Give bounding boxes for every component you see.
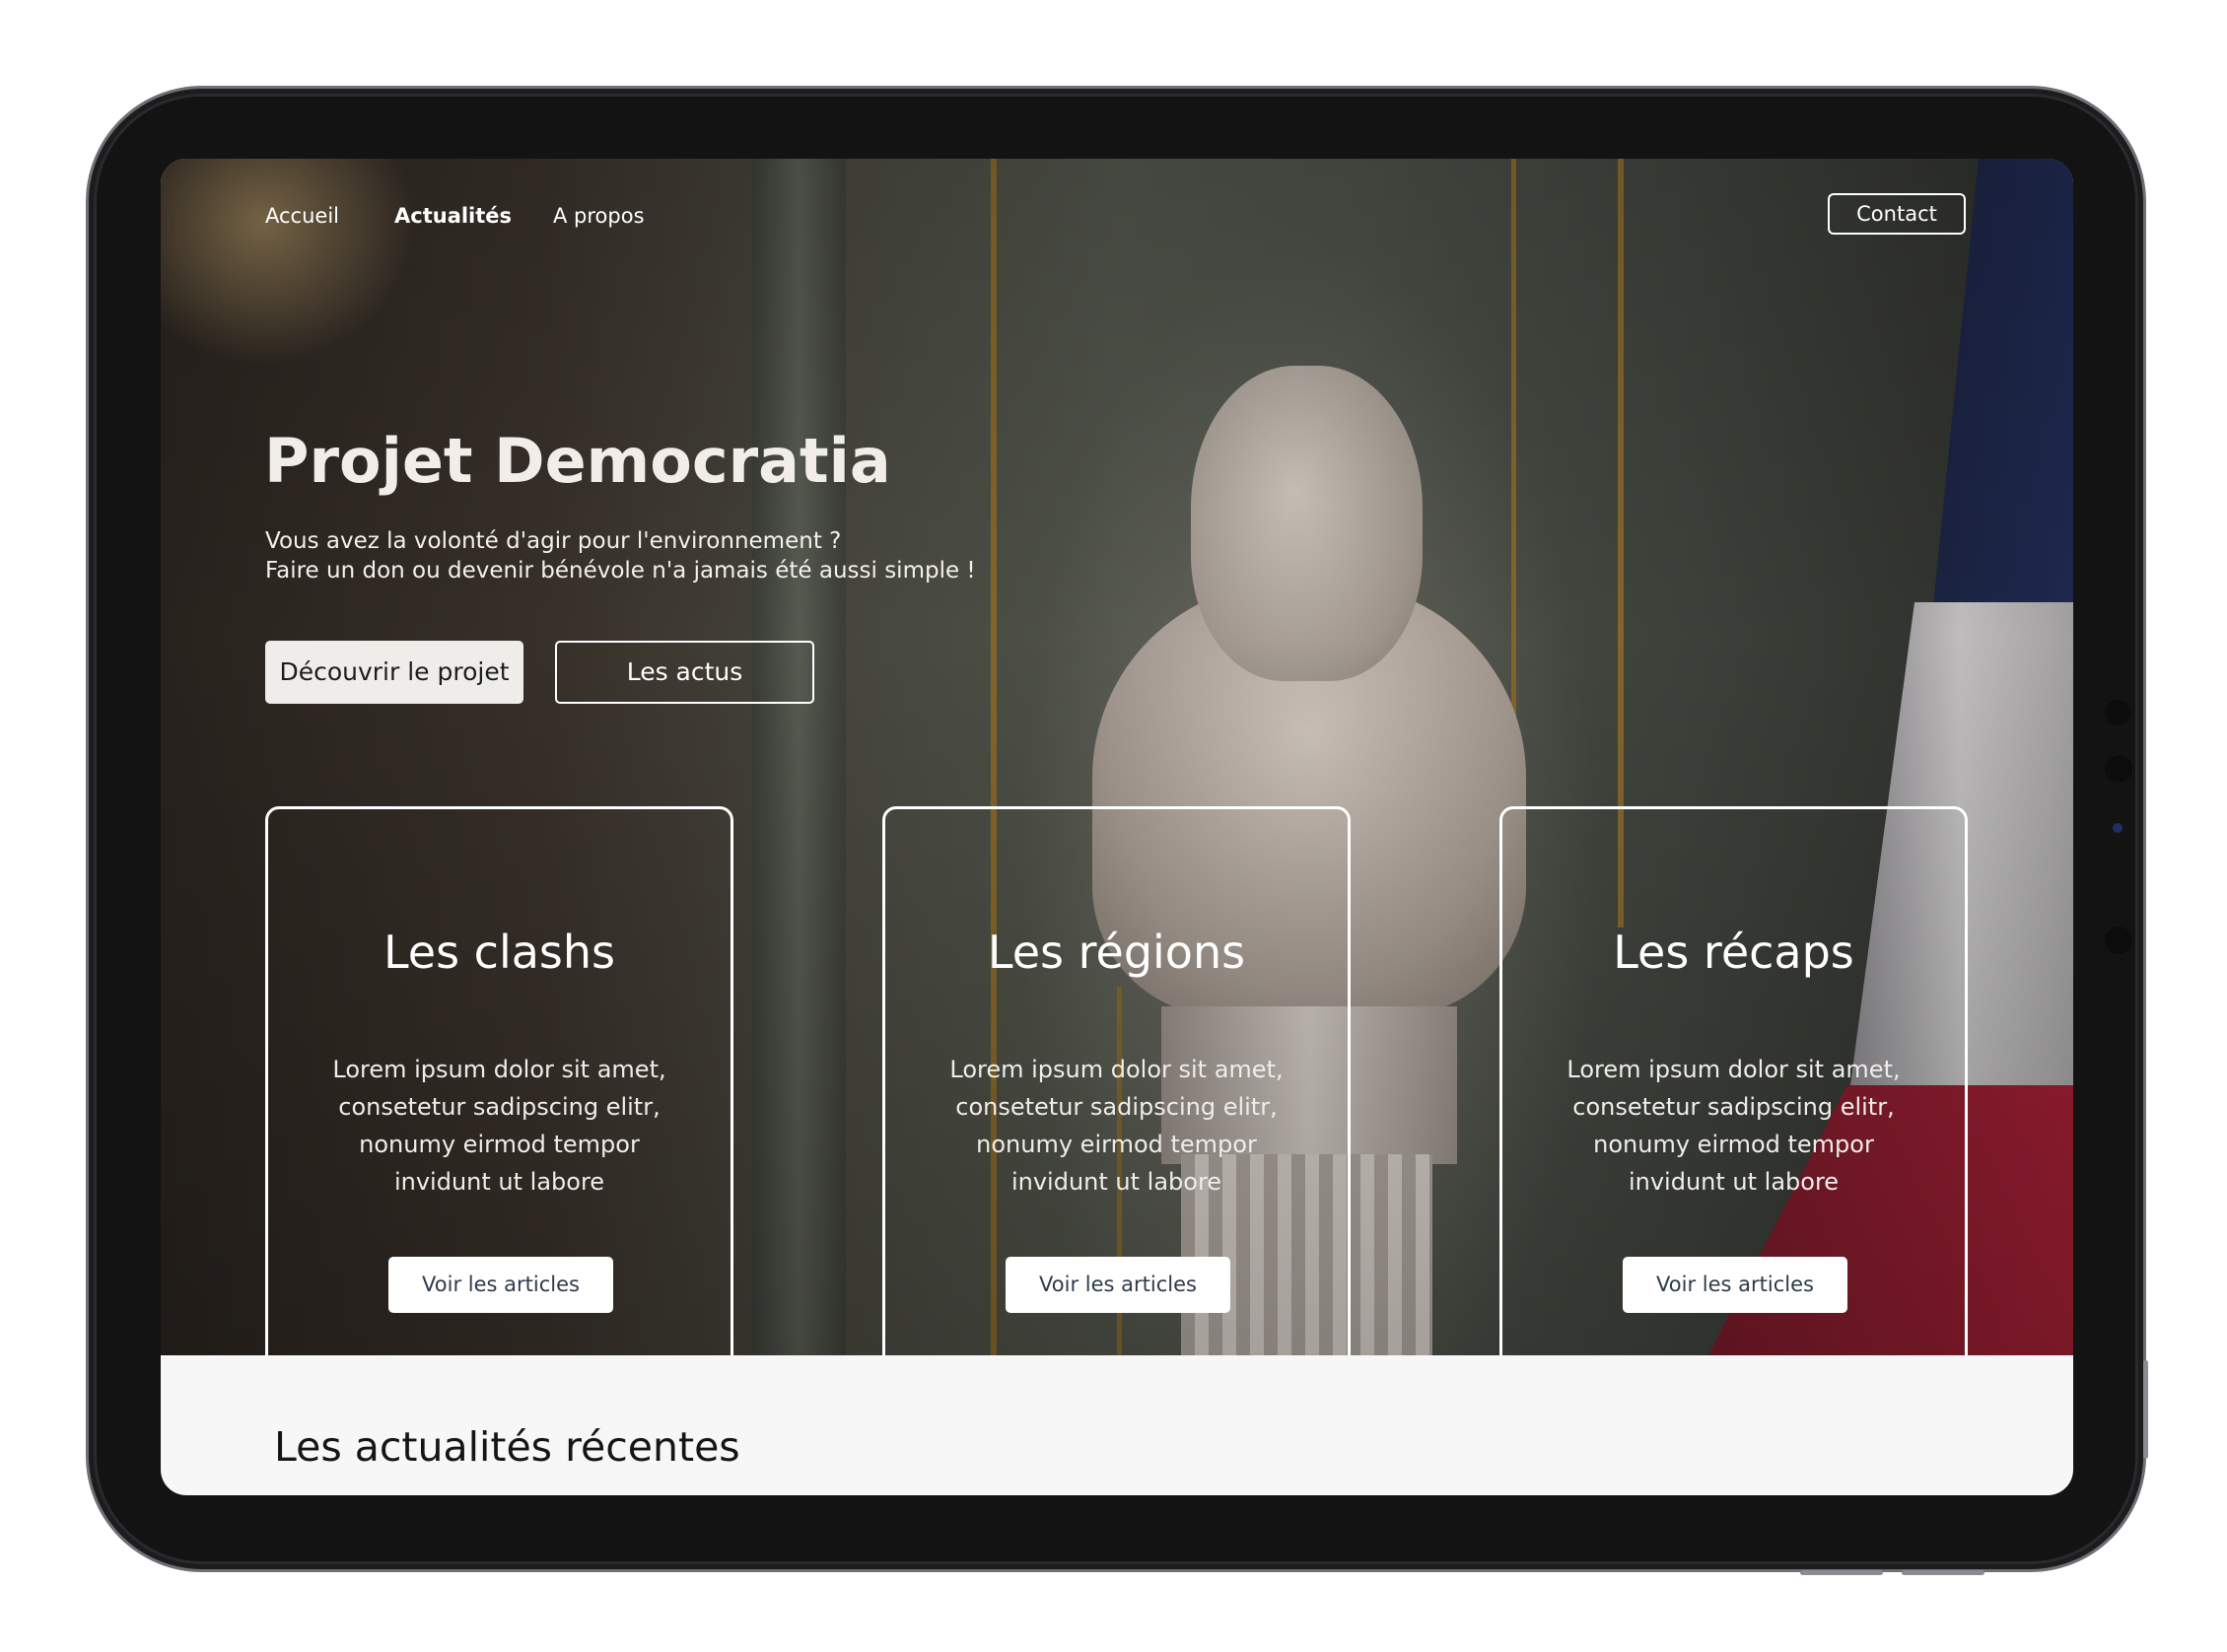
see-articles-button[interactable]: Voir les articles <box>1006 1257 1230 1313</box>
camera-lens-icon <box>2113 823 2123 833</box>
sensor-icon <box>2105 755 2132 783</box>
card-title: Les régions <box>987 926 1246 979</box>
volume-button <box>2143 1360 2148 1459</box>
card-recaps: Les récaps Lorem ipsum dolor sit amet, c… <box>1499 806 1968 1355</box>
card-clashs: Les clashs Lorem ipsum dolor sit amet, c… <box>265 806 733 1355</box>
card-regions: Les régions Lorem ipsum dolor sit amet, … <box>882 806 1351 1355</box>
see-articles-button[interactable]: Voir les articles <box>388 1257 613 1313</box>
card-title: Les récaps <box>1613 926 1854 979</box>
cards-container: Les clashs Lorem ipsum dolor sit amet, c… <box>161 159 2073 1355</box>
screen: Accueil Actualités A propos Contact Proj… <box>161 159 2073 1495</box>
card-text: Lorem ipsum dolor sit amet, consetetur s… <box>332 1056 666 1196</box>
top-button <box>1800 1570 1883 1575</box>
see-articles-button[interactable]: Voir les articles <box>1623 1257 1847 1313</box>
card-text: Lorem ipsum dolor sit amet, consetetur s… <box>1566 1056 1901 1196</box>
card-text: Lorem ipsum dolor sit amet, consetetur s… <box>949 1056 1284 1196</box>
recent-news-title: Les actualités récentes <box>274 1423 740 1471</box>
front-camera-icon <box>2105 700 2130 725</box>
top-button <box>1902 1570 1984 1575</box>
card-title: Les clashs <box>383 926 616 979</box>
sensor-icon <box>2105 927 2132 954</box>
